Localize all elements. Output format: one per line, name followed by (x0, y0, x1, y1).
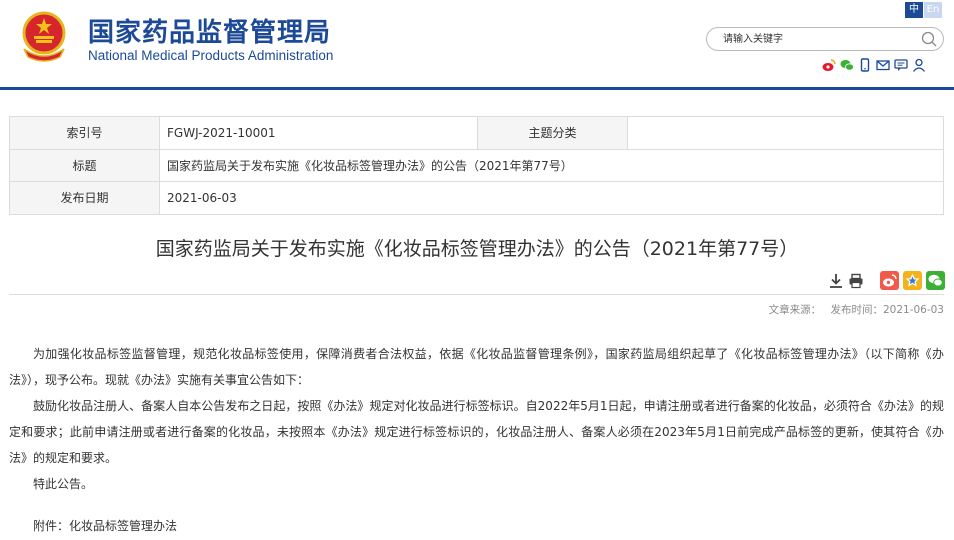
user-icon[interactable] (912, 58, 926, 72)
search-bar (706, 27, 944, 51)
weibo-icon[interactable] (822, 58, 836, 72)
publish-time-label: 发布时间： (830, 304, 883, 316)
meta-row-title: 标题 国家药监局关于发布实施《化妆品标签管理办法》的公告（2021年第77号） (9, 148, 944, 182)
index-value: FGWJ-2021-10001 (159, 116, 478, 150)
wechat-share-icon[interactable] (926, 271, 945, 290)
search-icon[interactable] (921, 31, 937, 47)
mobile-icon[interactable] (858, 58, 872, 72)
wechat-icon[interactable] (840, 58, 854, 72)
category-label: 主题分类 (477, 116, 628, 150)
meta-row-date: 发布日期 2021-06-03 (9, 181, 944, 215)
message-icon[interactable] (894, 58, 908, 72)
lang-zh-button[interactable]: 中 (905, 2, 923, 18)
article-source-line: 文章来源： 发布时间：2021-06-03 (763, 302, 944, 317)
date-label: 发布日期 (9, 181, 160, 215)
article-title: 国家药监局关于发布实施《化妆品标签管理办法》的公告（2021年第77号） (155, 238, 799, 260)
article-paragraph: 为加强化妆品标签监督管理，规范化妆品标签使用，保障消费者合法权益，依据《化妆品监… (9, 347, 944, 387)
header-divider (0, 87, 954, 90)
article-tools (828, 271, 864, 291)
publish-time-value: 2021-06-03 (882, 304, 944, 316)
article-paragraph: 特此公告。 (33, 477, 94, 491)
title-label: 标题 (9, 148, 160, 182)
attachment-link[interactable]: 附件：化妆品标签管理办法 (33, 517, 177, 534)
meta-row-index: 索引号 FGWJ-2021-10001 主题分类 (9, 116, 944, 150)
title-divider (9, 294, 944, 295)
source-label: 文章来源： (768, 304, 822, 316)
site-name-en[interactable]: National Medical Products Administration (88, 48, 333, 63)
article-body: 为加强化妆品标签监督管理，规范化妆品标签使用，保障消费者合法权益，依据《化妆品监… (9, 341, 944, 497)
weibo-share-icon[interactable] (880, 271, 899, 290)
article-paragraph: 鼓励化妆品注册人、备案人自本公告发布之日起，按照《办法》规定对化妆品进行标签标识… (9, 399, 944, 465)
lang-en-button[interactable]: En (924, 2, 942, 18)
title-value: 国家药监局关于发布实施《化妆品标签管理办法》的公告（2021年第77号） (159, 148, 944, 182)
mail-icon[interactable] (876, 58, 890, 72)
download-icon[interactable] (828, 273, 844, 289)
search-input[interactable] (723, 31, 913, 47)
document-meta-table: 索引号 FGWJ-2021-10001 主题分类 标题 国家药监局关于发布实施《… (9, 116, 944, 215)
social-links (822, 58, 926, 74)
date-value: 2021-06-03 (159, 181, 944, 215)
index-label: 索引号 (9, 116, 160, 150)
site-header: 国家药品监督管理局 National Medical Products Admi… (0, 0, 954, 90)
share-tools (880, 271, 945, 291)
print-icon[interactable] (848, 273, 864, 289)
category-value (627, 116, 944, 150)
site-name-cn[interactable]: 国家药品监督管理局 (88, 12, 331, 49)
national-emblem-icon[interactable] (18, 9, 70, 63)
qzone-share-icon[interactable] (903, 271, 922, 290)
